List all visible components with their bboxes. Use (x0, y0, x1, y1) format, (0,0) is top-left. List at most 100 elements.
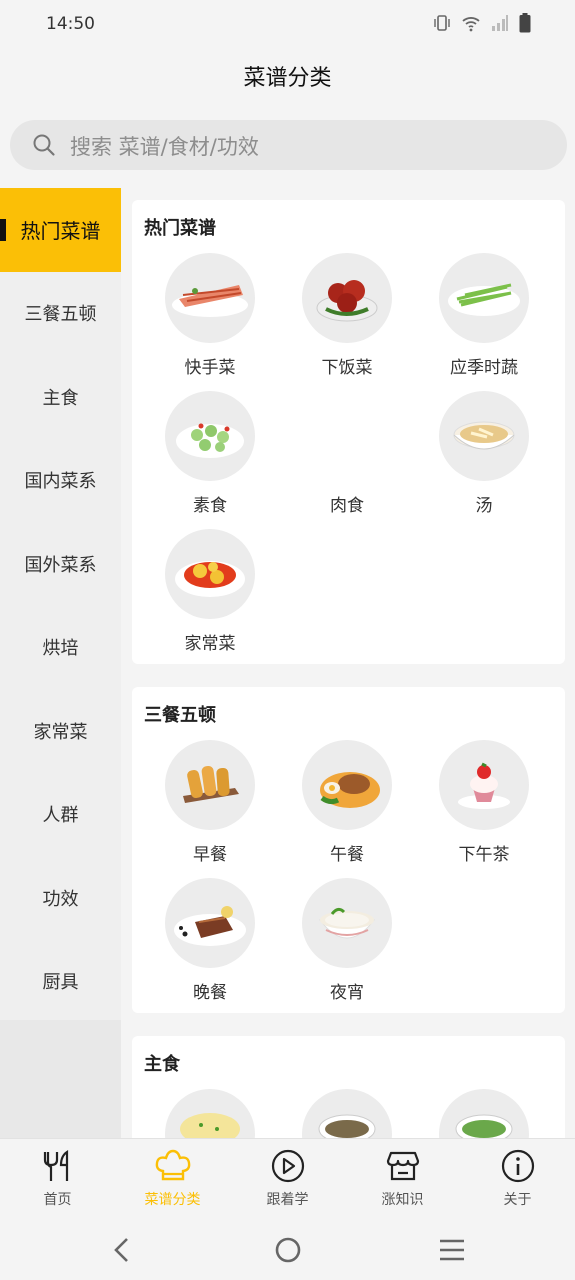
tab-learn[interactable]: 跟着学 (230, 1149, 345, 1209)
food-image (439, 253, 529, 343)
food-image (439, 1089, 529, 1138)
sidebar-item-meals[interactable]: 三餐五顿 (0, 272, 121, 356)
signal-icon (492, 15, 508, 31)
tab-home[interactable]: 首页 (0, 1149, 115, 1209)
category-label: 快手菜 (184, 358, 236, 378)
food-image (302, 1089, 392, 1138)
food-image (302, 740, 392, 830)
sidebar-item-staple[interactable]: 主食 (0, 355, 121, 439)
food-image (439, 391, 529, 481)
sidebar-item-homestyle[interactable]: 家常菜 (0, 689, 121, 773)
food-image (165, 878, 255, 968)
sidebar-item-label: 功效 (42, 888, 79, 910)
food-image (165, 391, 255, 481)
category-item[interactable]: 晚餐 (142, 878, 278, 1016)
section-title: 主食 (144, 1054, 180, 1075)
food-image (302, 391, 392, 481)
tab-label: 首页 (43, 1192, 72, 1208)
sidebar-item-label: 国内菜系 (24, 471, 97, 493)
category-label: 下饭菜 (321, 358, 373, 378)
category-item[interactable]: 肉食 (279, 391, 415, 529)
fork-knife-icon (43, 1149, 68, 1181)
category-item[interactable]: 下饭菜 (279, 253, 415, 391)
category-item[interactable] (416, 1089, 552, 1138)
chef-hat-icon (155, 1149, 190, 1181)
food-image (165, 529, 255, 619)
search-icon (33, 134, 55, 156)
category-label: 早餐 (193, 845, 227, 865)
bottom-tab-bar: 首页 菜谱分类 跟着学 涨知识 关于 (0, 1138, 575, 1220)
sidebar-item-label: 人群 (42, 805, 79, 827)
category-item[interactable]: 快手菜 (142, 253, 278, 391)
category-item[interactable]: 汤 (416, 391, 552, 529)
system-nav-bar (0, 1220, 575, 1280)
category-item[interactable]: 家常菜 (142, 529, 278, 667)
category-label: 夜宵 (330, 983, 364, 1003)
section-title: 三餐五顿 (144, 705, 216, 726)
sidebar-filler (0, 1020, 121, 1138)
menu-icon[interactable] (438, 1238, 466, 1262)
tab-label: 跟着学 (266, 1192, 309, 1208)
category-label: 肉食 (330, 496, 364, 516)
tab-label: 关于 (503, 1192, 532, 1208)
category-content: 热门菜谱 快手菜 下饭菜 应季时蔬 素食 肉食 汤 家常菜 三餐五顿 早餐 午餐… (121, 188, 575, 1138)
sidebar-item-baking[interactable]: 烘培 (0, 606, 121, 690)
category-item[interactable]: 早餐 (142, 740, 278, 878)
home-circle-icon[interactable] (274, 1236, 302, 1264)
food-image (439, 740, 529, 830)
category-label: 晚餐 (193, 983, 227, 1003)
sidebar-item-effect[interactable]: 功效 (0, 856, 121, 940)
category-item[interactable]: 素食 (142, 391, 278, 529)
category-item[interactable]: 应季时蔬 (416, 253, 552, 391)
category-label: 下午茶 (458, 845, 510, 865)
back-icon[interactable] (110, 1236, 134, 1264)
sidebar-item-domestic[interactable]: 国内菜系 (0, 439, 121, 523)
food-image (302, 253, 392, 343)
tab-label: 菜谱分类 (144, 1192, 201, 1208)
store-icon (386, 1151, 419, 1181)
tab-label: 涨知识 (381, 1192, 424, 1208)
category-label: 午餐 (330, 845, 364, 865)
wifi-icon (462, 17, 480, 32)
search-bar[interactable]: 搜索 菜谱/食材/功效 (10, 120, 567, 170)
sidebar-item-label: 主食 (42, 387, 79, 409)
food-image (165, 740, 255, 830)
sidebar-item-label: 家常菜 (33, 721, 88, 743)
sidebar-item-label: 厨具 (42, 972, 79, 994)
sidebar-item-label: 热门菜谱 (20, 219, 101, 244)
play-circle-icon (271, 1149, 304, 1183)
vibrate-icon (434, 15, 450, 31)
section-card: 三餐五顿 早餐 午餐 下午茶 晚餐 夜宵 (132, 687, 565, 1013)
section-card: 主食 (132, 1036, 565, 1138)
category-item[interactable]: 夜宵 (279, 878, 415, 1016)
section-card: 热门菜谱 快手菜 下饭菜 应季时蔬 素食 肉食 汤 家常菜 (132, 200, 565, 664)
info-icon (501, 1149, 534, 1183)
section-title: 热门菜谱 (144, 218, 216, 239)
title-bar: 菜谱分类 (0, 48, 575, 110)
tab-knowledge[interactable]: 涨知识 (345, 1149, 460, 1209)
food-image (302, 878, 392, 968)
category-label: 汤 (475, 496, 493, 516)
sidebar-item-label: 烘培 (42, 638, 79, 660)
tab-about[interactable]: 关于 (460, 1149, 575, 1209)
category-item[interactable] (279, 1089, 415, 1138)
sidebar-item-label: 三餐五顿 (24, 304, 97, 326)
search-input[interactable]: 搜索 菜谱/食材/功效 (70, 131, 259, 161)
status-bar: 14:50 (0, 0, 575, 48)
category-label: 家常菜 (184, 634, 236, 654)
battery-icon (519, 13, 531, 33)
category-item[interactable]: 午餐 (279, 740, 415, 878)
category-item[interactable]: 下午茶 (416, 740, 552, 878)
tab-categories[interactable]: 菜谱分类 (115, 1149, 230, 1209)
food-image (165, 1089, 255, 1138)
sidebar-item-hot[interactable]: 热门菜谱 (0, 188, 121, 272)
category-item[interactable] (142, 1089, 278, 1138)
sidebar-item-foreign[interactable]: 国外菜系 (0, 522, 121, 606)
category-sidebar: 热门菜谱 三餐五顿 主食 国内菜系 国外菜系 烘培 家常菜 人群 功效 厨具 (0, 188, 121, 1020)
sidebar-item-label: 国外菜系 (24, 554, 97, 576)
sidebar-item-kitchenware[interactable]: 厨具 (0, 940, 121, 1024)
sidebar-item-people[interactable]: 人群 (0, 773, 121, 857)
status-time: 14:50 (46, 14, 95, 34)
category-label: 应季时蔬 (450, 358, 518, 378)
category-label: 素食 (193, 496, 227, 516)
